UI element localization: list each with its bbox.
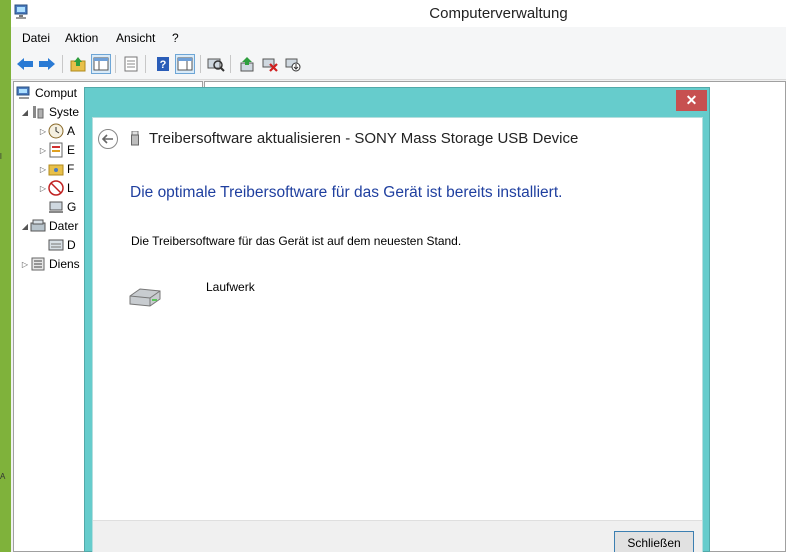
tree-item-label: L [67, 181, 74, 195]
tree-item-label: E [67, 143, 76, 157]
toolbar-separator [230, 55, 231, 73]
back-arrow-icon[interactable] [98, 129, 118, 149]
tree-item-task-scheduler[interactable]: ▷ A [38, 122, 75, 140]
up-folder-icon[interactable] [68, 54, 88, 74]
tree-item-label: Comput [35, 86, 78, 100]
tree-item-label: Syste [49, 105, 80, 119]
collapsed-arrow-icon[interactable]: ▷ [38, 146, 48, 155]
computer-management-icon [16, 86, 30, 99]
local-users-icon [48, 180, 64, 196]
dialog-footer: Schließen [93, 520, 702, 552]
help-icon[interactable]: ? [153, 54, 173, 74]
dialog-close-button[interactable]: ✕ [676, 90, 707, 111]
tree-item-storage[interactable]: ◢ Dater [20, 217, 78, 235]
tree-item-label: Diens [49, 257, 80, 271]
usb-device-icon [131, 131, 139, 146]
menu-help[interactable]: ? [172, 31, 179, 45]
export-list-icon[interactable] [121, 54, 141, 74]
system-tools-icon [33, 106, 44, 119]
tree-item-label: F [67, 162, 75, 176]
tree-item-device-manager[interactable]: G [48, 198, 76, 216]
back-icon[interactable] [15, 54, 35, 74]
dialog-headline: Die optimale Treibersoftware für das Ger… [130, 184, 563, 201]
dialog-body: Treibersoftware aktualisieren - SONY Mas… [92, 117, 703, 552]
tree-item-system[interactable]: ◢ Syste [20, 103, 79, 121]
task-scheduler-icon [48, 123, 64, 139]
collapsed-arrow-icon[interactable]: ▷ [38, 165, 48, 174]
device-manager-icon [49, 201, 63, 213]
tree-item-label: A [67, 124, 76, 138]
tree-item-local-users[interactable]: ▷ L [38, 179, 74, 197]
collapsed-arrow-icon[interactable]: ▷ [38, 184, 48, 193]
desktop-glyph: A [0, 472, 6, 481]
tree-item-event-viewer[interactable]: ▷ E [38, 141, 75, 159]
storage-icon [30, 219, 46, 232]
dialog-subtext: Die Treibersoftware für das Gerät ist au… [131, 234, 462, 248]
uninstall-icon[interactable] [260, 54, 280, 74]
expanded-arrow-icon[interactable]: ◢ [20, 222, 30, 231]
toolbar-separator [115, 55, 116, 73]
close-button[interactable]: Schließen [614, 531, 694, 552]
forward-icon[interactable] [37, 54, 57, 74]
close-icon: ✕ [685, 92, 698, 108]
shared-folders-icon [48, 164, 64, 176]
disable-icon[interactable] [283, 54, 303, 74]
window-title: Computerverwaltung [429, 5, 568, 22]
dialog-header: Treibersoftware aktualisieren - SONY Mas… [93, 118, 702, 158]
toolbar: ? [11, 49, 786, 80]
device-label: Laufwerk [206, 280, 255, 294]
toolbar-separator [145, 55, 146, 73]
services-icon [31, 257, 45, 271]
tree-item-computerverwaltung[interactable]: Comput [16, 84, 77, 102]
menu-ansicht[interactable]: Ansicht [116, 31, 155, 45]
collapsed-arrow-icon[interactable]: ▷ [38, 127, 48, 136]
tree-item-shared-folders[interactable]: ▷ F [38, 160, 74, 178]
drive-icon [129, 288, 161, 307]
toolbar-separator [62, 55, 63, 73]
show-hide-tree-icon[interactable] [91, 54, 111, 74]
update-driver-dialog: ✕ Treibersoftware aktualisieren - SONY M… [84, 87, 710, 552]
dialog-title: Treibersoftware aktualisieren - SONY Mas… [149, 130, 579, 147]
toolbar-separator [200, 55, 201, 73]
properties-icon[interactable] [175, 54, 195, 74]
title-bar: Computerverwaltung [11, 0, 786, 27]
tree-item-label: Dater [49, 219, 79, 233]
disk-management-icon [48, 239, 64, 251]
menu-datei[interactable]: Datei [22, 31, 50, 45]
tree-item-label: D [67, 238, 76, 252]
svg-text:?: ? [160, 59, 167, 71]
tree-item-services[interactable]: ▷ Diens [20, 255, 80, 273]
collapsed-arrow-icon[interactable]: ▷ [20, 260, 30, 269]
menu-aktion[interactable]: Aktion [65, 31, 98, 45]
tree-item-disk-management[interactable]: D [48, 236, 76, 254]
menu-bar: Datei Aktion Ansicht ? [11, 27, 786, 49]
expanded-arrow-icon[interactable]: ◢ [20, 108, 30, 117]
event-viewer-icon [49, 142, 63, 158]
desktop-glyph: l [0, 152, 2, 161]
desktop-strip: l A [0, 0, 11, 552]
tree-item-label: G [67, 200, 77, 214]
update-driver-icon[interactable] [237, 54, 257, 74]
scan-hardware-icon[interactable] [206, 54, 226, 74]
